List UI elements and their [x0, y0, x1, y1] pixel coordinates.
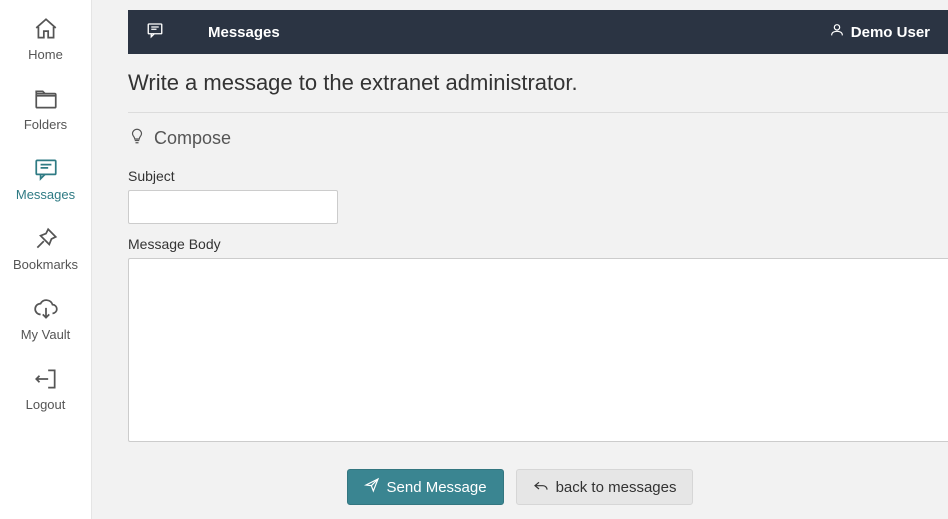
sidebar: Home Folders Messages Bookmarks My Vault — [0, 0, 92, 519]
sidebar-item-home[interactable]: Home — [0, 6, 91, 76]
divider — [128, 112, 948, 113]
app-root: Home Folders Messages Bookmarks My Vault — [0, 0, 948, 519]
topbar-left: Messages — [146, 21, 280, 44]
page-heading: Write a message to the extranet administ… — [128, 70, 948, 96]
sidebar-item-label: Folders — [24, 117, 67, 132]
lightbulb-icon — [128, 127, 146, 150]
messages-icon — [146, 21, 164, 44]
cloud-download-icon — [0, 296, 91, 322]
main-area: Messages Demo User Write a message to th… — [92, 0, 948, 519]
pin-icon — [0, 226, 91, 252]
subject-label: Subject — [128, 168, 948, 184]
topbar-title: Messages — [208, 24, 280, 41]
back-to-messages-button[interactable]: back to messages — [516, 469, 694, 505]
body-label: Message Body — [128, 236, 948, 252]
send-icon — [364, 477, 380, 497]
user-name-label: Demo User — [851, 24, 930, 41]
sidebar-item-label: Bookmarks — [13, 257, 78, 272]
subject-input[interactable] — [128, 190, 338, 224]
home-icon — [0, 16, 91, 42]
sidebar-item-label: Home — [28, 47, 63, 62]
reply-icon — [533, 477, 549, 497]
topbar: Messages Demo User — [128, 10, 948, 54]
compose-header: Compose — [128, 127, 948, 150]
sidebar-item-logout[interactable]: Logout — [0, 356, 91, 426]
sidebar-item-label: Logout — [26, 397, 66, 412]
button-row: Send Message back to messages — [128, 469, 948, 505]
back-button-label: back to messages — [556, 479, 677, 496]
logout-icon — [0, 366, 91, 392]
sidebar-item-my-vault[interactable]: My Vault — [0, 286, 91, 356]
content: Write a message to the extranet administ… — [92, 54, 948, 505]
compose-title: Compose — [154, 128, 231, 149]
sidebar-item-messages[interactable]: Messages — [0, 146, 91, 216]
sidebar-item-label: My Vault — [21, 327, 71, 342]
message-body-input[interactable] — [128, 258, 948, 442]
messages-icon — [0, 156, 91, 182]
sidebar-item-bookmarks[interactable]: Bookmarks — [0, 216, 91, 286]
user-icon — [829, 22, 845, 43]
send-button-label: Send Message — [387, 479, 487, 496]
folder-icon — [0, 86, 91, 112]
user-menu[interactable]: Demo User — [829, 22, 930, 43]
send-message-button[interactable]: Send Message — [347, 469, 504, 505]
sidebar-item-folders[interactable]: Folders — [0, 76, 91, 146]
sidebar-item-label: Messages — [16, 187, 75, 202]
